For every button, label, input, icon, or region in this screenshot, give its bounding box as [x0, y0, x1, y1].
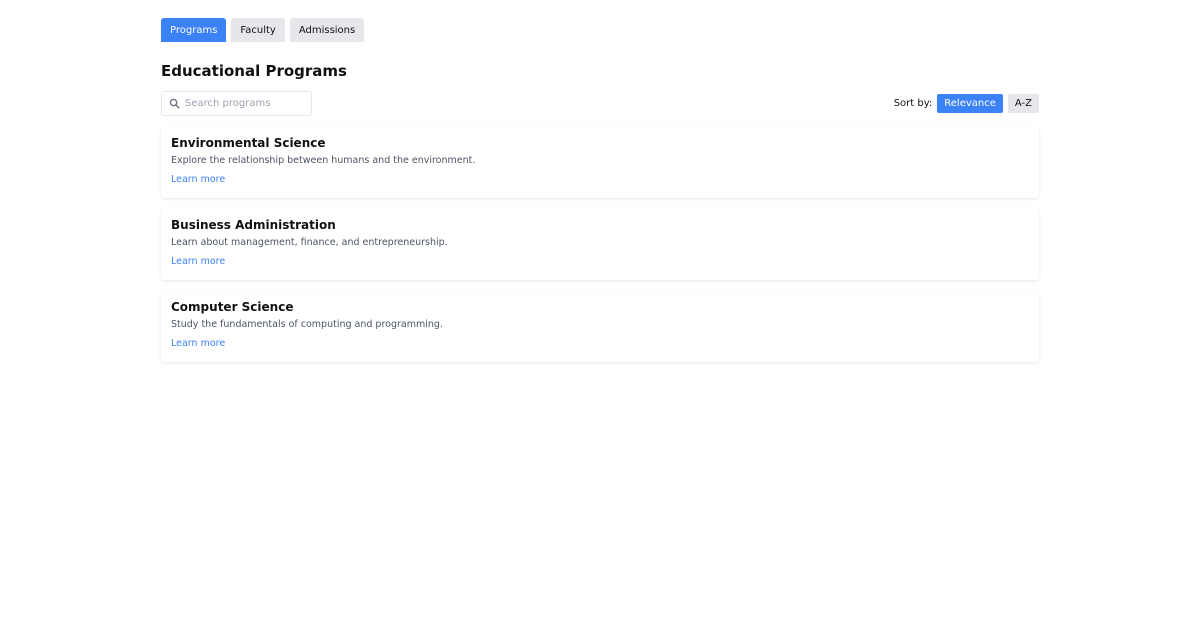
program-card: Environmental Science Explore the relati… — [161, 127, 1039, 198]
sort-controls: Sort by: Relevance A-Z — [894, 94, 1039, 113]
search-box — [161, 91, 312, 116]
learn-more-link[interactable]: Learn more — [171, 174, 225, 186]
sort-relevance-button[interactable]: Relevance — [937, 94, 1003, 113]
page-title: Educational Programs — [161, 62, 347, 80]
page: Programs Faculty Admissions Educational … — [161, 18, 1039, 362]
program-description: Learn about management, finance, and ent… — [171, 237, 448, 248]
program-card: Business Administration Learn about mana… — [161, 209, 1039, 280]
learn-more-link[interactable]: Learn more — [171, 256, 225, 268]
tab-admissions[interactable]: Admissions — [289, 18, 365, 42]
program-description: Study the fundamentals of computing and … — [171, 319, 443, 330]
sort-label: Sort by: — [893, 98, 933, 109]
learn-more-link[interactable]: Learn more — [171, 338, 225, 350]
tab-programs[interactable]: Programs — [161, 18, 227, 42]
program-list: Environmental Science Explore the relati… — [161, 127, 1039, 362]
program-description: Explore the relationship between humans … — [171, 155, 476, 166]
toolbar: Sort by: Relevance A-Z — [161, 91, 1039, 116]
program-title: Environmental Science — [171, 136, 326, 150]
program-card: Computer Science Study the fundamentals … — [161, 291, 1039, 362]
program-title: Business Administration — [171, 218, 336, 232]
tab-bar: Programs Faculty Admissions — [161, 18, 1039, 42]
search-input[interactable] — [162, 92, 311, 115]
program-title: Computer Science — [171, 300, 294, 314]
tab-faculty[interactable]: Faculty — [231, 18, 285, 42]
sort-a-z-button[interactable]: A-Z — [1007, 94, 1039, 113]
